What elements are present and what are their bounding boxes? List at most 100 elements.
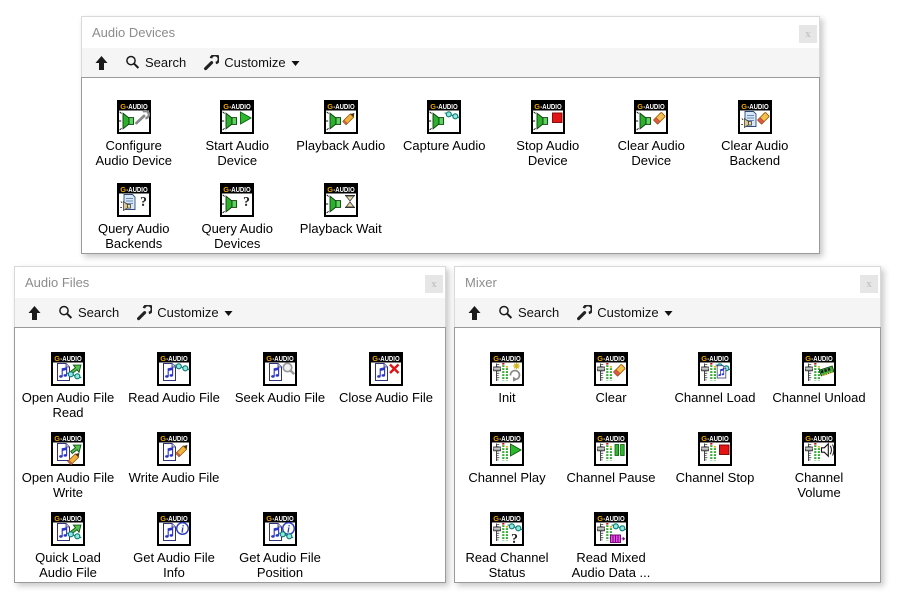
music-file-glyph bbox=[270, 364, 282, 381]
g-audio-banner: G-AUDIO bbox=[492, 514, 522, 523]
palette-item-channel-volume[interactable]: G-AUDIOChannel Volume bbox=[767, 432, 871, 512]
palette-row: G-AUDIOConfigure Audio DeviceG-AUDIOStar… bbox=[82, 100, 819, 183]
palette-row: G-AUDIO Init G-AUDIOClearG-AUDIOChannel Lo… bbox=[455, 352, 880, 432]
up-button[interactable] bbox=[95, 55, 108, 71]
palette-item-channel-unload[interactable]: G-AUDIOChannel Unload bbox=[767, 352, 871, 432]
palette-item-init[interactable]: G-AUDIO Init bbox=[455, 352, 559, 432]
svg-text:-AUDIO: -AUDIO bbox=[811, 434, 833, 443]
vi-icon: G-AUDIO? bbox=[117, 183, 151, 217]
palette-item-label: Playback Audio bbox=[296, 138, 385, 153]
search-button[interactable]: Search bbox=[58, 305, 119, 320]
search-button[interactable]: Search bbox=[125, 55, 186, 70]
palette-item-open-audio-file-write[interactable]: G-AUDIO Open Audio File Write bbox=[15, 432, 121, 512]
music-file-glyph bbox=[376, 364, 388, 381]
g-audio-banner: G-AUDIO bbox=[222, 185, 252, 194]
svg-text:-AUDIO: -AUDIO bbox=[499, 434, 521, 443]
search-icon bbox=[125, 55, 140, 70]
palette-item-label: Get Audio File Position bbox=[239, 550, 321, 580]
palette-item-read-channel-status[interactable]: G-AUDIO?Read Channel Status bbox=[455, 512, 559, 583]
palette-item-playback-wait[interactable]: G-AUDIO Playback Wait bbox=[289, 183, 393, 254]
g-audio-banner: G-AUDIO bbox=[53, 434, 83, 443]
palette-item-close-audio-file[interactable]: G-AUDIOClose Audio File bbox=[333, 352, 439, 432]
music-file-small-glyph bbox=[717, 366, 726, 378]
customize-button[interactable]: Customize bbox=[576, 305, 672, 321]
palette-item-get-audio-file-position[interactable]: G-AUDIOi Get Audio File Position bbox=[227, 512, 333, 583]
g-audio-banner: G-AUDIO bbox=[326, 185, 356, 194]
svg-text:-AUDIO: -AUDIO bbox=[643, 102, 665, 111]
search-label: Search bbox=[78, 305, 119, 320]
vi-icon: G-AUDIO bbox=[531, 100, 565, 134]
window-title: Audio Devices bbox=[92, 25, 175, 40]
palette-item-stop-audio-device[interactable]: G-AUDIOStop Audio Device bbox=[496, 100, 600, 183]
palette-item-capture-audio[interactable]: G-AUDIOCapture Audio bbox=[393, 100, 497, 183]
g-audio-banner: G-AUDIO bbox=[533, 102, 563, 111]
palette-item-label: Quick Load Audio File bbox=[35, 550, 101, 580]
palette-item-quick-load-audio-file[interactable]: G-AUDIOQuick Load Audio File bbox=[15, 512, 121, 583]
svg-text:?: ? bbox=[243, 194, 250, 209]
palette-item-clear[interactable]: G-AUDIOClear bbox=[559, 352, 663, 432]
customize-button[interactable]: Customize bbox=[203, 55, 299, 71]
palette-item-start-audio-device[interactable]: G-AUDIOStart Audio Device bbox=[186, 100, 290, 183]
palette-item-label: Channel Stop bbox=[676, 470, 755, 485]
palette-item-label: Read Audio File bbox=[128, 390, 220, 405]
g-audio-banner: G-AUDIO bbox=[596, 434, 626, 443]
palette-item-label: Open Audio File Write bbox=[22, 470, 115, 500]
vi-icon: G-AUDIO bbox=[490, 352, 524, 386]
palette-window-mixer: Mixer x Search Customize G-AUDIOInitG-AU… bbox=[454, 266, 881, 583]
titlebar[interactable]: Audio Files x bbox=[15, 267, 445, 298]
close-button[interactable]: x bbox=[799, 25, 817, 43]
vi-icon: G-AUDIOi bbox=[263, 512, 297, 546]
palette-item-clear-audio-backend[interactable]: G-AUDIOClear Audio Backend bbox=[703, 100, 807, 183]
titlebar[interactable]: Audio Devices x bbox=[82, 17, 819, 48]
toolbar: Search Customize bbox=[15, 298, 445, 327]
svg-text:-AUDIO: -AUDIO bbox=[333, 102, 355, 111]
palette-item-playback-audio[interactable]: G-AUDIOPlayback Audio bbox=[289, 100, 393, 183]
palette-row: G-AUDIO?Query Audio BackendsG-AUDIO?Quer… bbox=[82, 183, 819, 254]
svg-text:-AUDIO: -AUDIO bbox=[272, 354, 294, 363]
palette-item-query-audio-backends[interactable]: G-AUDIO?Query Audio Backends bbox=[82, 183, 186, 254]
palette-item-query-audio-devices[interactable]: G-AUDIO?Query Audio Devices bbox=[186, 183, 290, 254]
customize-label: Customize bbox=[224, 55, 285, 70]
palette-item-label: Init bbox=[498, 390, 515, 405]
up-button[interactable] bbox=[468, 305, 481, 321]
palette-item-get-audio-file-info[interactable]: G-AUDIOiGet Audio File Info bbox=[121, 512, 227, 583]
vi-icon: G-AUDIO bbox=[594, 432, 628, 466]
palette-item-channel-pause[interactable]: G-AUDIOChannel Pause bbox=[559, 432, 663, 512]
up-arrow-icon bbox=[468, 305, 481, 321]
search-label: Search bbox=[145, 55, 186, 70]
palette-item-label: Clear Audio Device bbox=[618, 138, 685, 168]
customize-button[interactable]: Customize bbox=[136, 305, 232, 321]
palette-item-channel-load[interactable]: G-AUDIOChannel Load bbox=[663, 352, 767, 432]
palette-item-open-audio-file-read[interactable]: G-AUDIOOpen Audio File Read bbox=[15, 352, 121, 432]
palette-item-channel-stop[interactable]: G-AUDIOChannel Stop bbox=[663, 432, 767, 512]
vi-icon: G-AUDIO bbox=[369, 352, 403, 386]
g-audio-banner: G-AUDIO bbox=[53, 354, 83, 363]
svg-text:-AUDIO: -AUDIO bbox=[436, 102, 458, 111]
up-button[interactable] bbox=[28, 305, 41, 321]
wrench-icon bbox=[576, 305, 592, 321]
titlebar[interactable]: Mixer x bbox=[455, 267, 880, 298]
palette-item-read-mixed-audio-data[interactable]: G-AUDIORead Mixed Audio Data ... bbox=[559, 512, 663, 583]
vi-icon: G-AUDIO bbox=[738, 100, 772, 134]
palette-item-channel-play[interactable]: G-AUDIOChannel Play bbox=[455, 432, 559, 512]
palette-window-audio-files: Audio Files x Search Customize G-AUDIOOp… bbox=[14, 266, 446, 583]
caret-down-icon bbox=[664, 309, 673, 317]
palette-item-clear-audio-device[interactable]: G-AUDIOClear Audio Device bbox=[600, 100, 704, 183]
g-audio-banner: G-AUDIO bbox=[804, 434, 834, 443]
search-button[interactable]: Search bbox=[498, 305, 559, 320]
music-file-glyph bbox=[58, 444, 70, 461]
up-arrow-icon bbox=[95, 55, 108, 71]
palette-item-read-audio-file[interactable]: G-AUDIO Read Audio File bbox=[121, 352, 227, 432]
window-title: Mixer bbox=[465, 275, 497, 290]
close-button[interactable]: x bbox=[860, 275, 878, 293]
palette-item-seek-audio-file[interactable]: G-AUDIOSeek Audio File bbox=[227, 352, 333, 432]
close-button[interactable]: x bbox=[425, 275, 443, 293]
vi-icon: G-AUDIO bbox=[324, 183, 358, 217]
svg-text:-AUDIO: -AUDIO bbox=[333, 185, 355, 194]
palette-window-audio-devices: Audio Devices x Search Customize G-AUDIO… bbox=[81, 16, 820, 254]
g-audio-banner: G-AUDIO bbox=[159, 354, 189, 363]
palette-item-write-audio-file[interactable]: G-AUDIOWrite Audio File bbox=[121, 432, 227, 512]
palette-item-configure-audio-device[interactable]: G-AUDIOConfigure Audio Device bbox=[82, 100, 186, 183]
svg-text:i: i bbox=[181, 525, 184, 536]
palette-item-label: Playback Wait bbox=[300, 221, 382, 236]
